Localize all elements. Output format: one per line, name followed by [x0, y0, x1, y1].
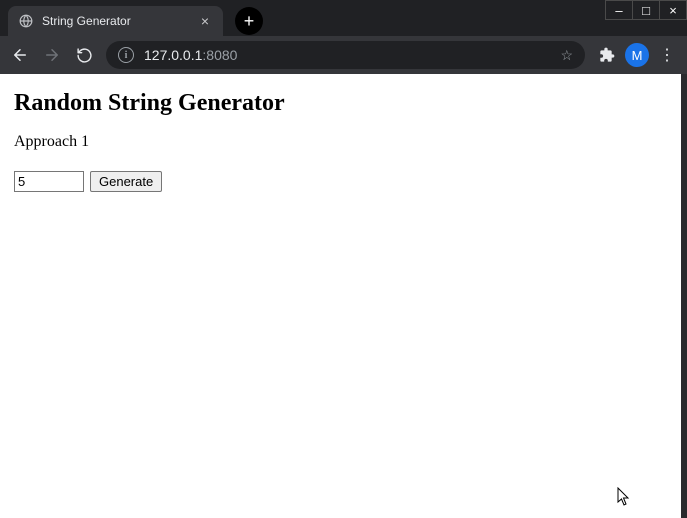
arrow-right-icon: [43, 46, 61, 64]
generate-button[interactable]: Generate: [90, 171, 162, 192]
page-viewport: Random String Generator Approach 1 Gener…: [0, 74, 687, 518]
tab-strip: String Generator × +: [0, 0, 687, 36]
window-minimize-button[interactable]: –: [605, 0, 633, 20]
puzzle-icon: [599, 47, 615, 63]
window-close-button[interactable]: ×: [659, 0, 687, 20]
reload-button[interactable]: [70, 41, 98, 69]
length-input[interactable]: [14, 171, 84, 192]
back-button[interactable]: [6, 41, 34, 69]
browser-menu-button[interactable]: ⋮: [653, 41, 681, 69]
generator-form: Generate: [14, 171, 667, 192]
cursor-icon: [617, 487, 631, 512]
browser-toolbar: i 127.0.0.1:8080 ☆ M ⋮: [0, 36, 687, 74]
tab-close-icon[interactable]: ×: [197, 13, 213, 29]
bookmark-star-icon[interactable]: ☆: [560, 47, 573, 64]
url-host: 127.0.0.1: [144, 47, 202, 63]
reload-icon: [76, 47, 93, 64]
forward-button[interactable]: [38, 41, 66, 69]
window-controls: – □ ×: [606, 0, 687, 20]
url-text: 127.0.0.1:8080: [144, 47, 550, 63]
window-maximize-button[interactable]: □: [632, 0, 660, 20]
site-info-icon[interactable]: i: [118, 47, 134, 63]
url-port: :8080: [202, 47, 237, 63]
arrow-left-icon: [11, 46, 29, 64]
page-subtitle: Approach 1: [14, 133, 667, 151]
extensions-button[interactable]: [593, 41, 621, 69]
tab-active[interactable]: String Generator ×: [8, 6, 223, 36]
tab-title: String Generator: [42, 14, 189, 28]
address-bar[interactable]: i 127.0.0.1:8080 ☆: [106, 41, 585, 69]
globe-icon: [18, 13, 34, 29]
profile-avatar[interactable]: M: [625, 43, 649, 67]
new-tab-button[interactable]: +: [235, 7, 263, 35]
page-title: Random String Generator: [14, 90, 667, 117]
